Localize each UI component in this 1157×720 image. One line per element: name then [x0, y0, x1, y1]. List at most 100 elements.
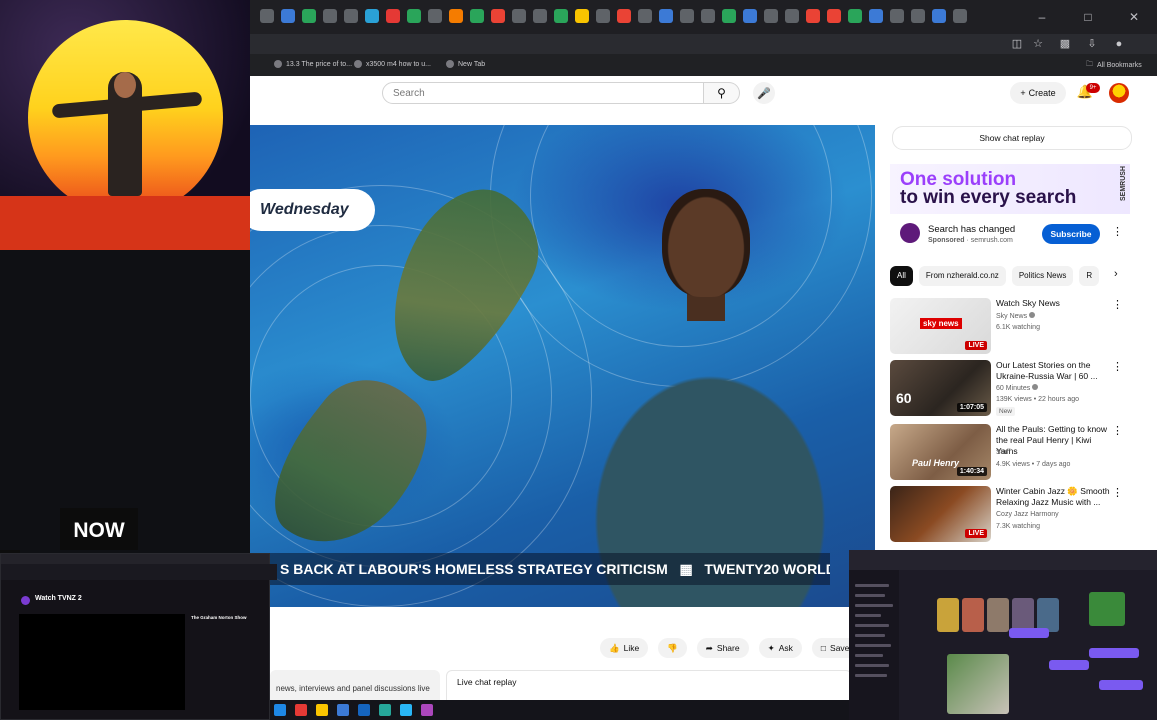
message-bubble[interactable] — [1049, 660, 1089, 670]
tab-favicon[interactable] — [743, 9, 757, 23]
tab-favicon[interactable] — [806, 9, 820, 23]
sidebar-item[interactable] — [855, 664, 889, 667]
extensions-icon[interactable]: ▩ — [1058, 37, 1072, 51]
calculator-icon[interactable] — [337, 704, 349, 716]
close-icon[interactable]: ✕ — [1111, 0, 1157, 34]
recommendation-title[interactable]: Our Latest Stories on the Ukraine-Russia… — [996, 360, 1114, 382]
more-options-icon[interactable]: ⋮ — [1112, 486, 1123, 499]
video-thumbnail[interactable]: sky news LIVE — [890, 298, 991, 354]
image-tile[interactable] — [1037, 598, 1059, 632]
chevron-right-icon[interactable]: › — [1114, 268, 1118, 280]
video-thumbnail[interactable]: Paul Henry 1:40:34 — [890, 424, 991, 480]
tab-favicon[interactable] — [827, 9, 841, 23]
tab-favicon[interactable] — [554, 9, 568, 23]
message-bubble[interactable] — [1099, 680, 1143, 690]
account-avatar[interactable] — [1109, 83, 1129, 103]
tab-favicon[interactable] — [596, 9, 610, 23]
show-chat-replay-button[interactable]: Show chat replay — [892, 126, 1132, 150]
tab-favicon[interactable] — [512, 9, 526, 23]
telegram-icon[interactable] — [400, 704, 412, 716]
tab-favicon[interactable] — [302, 9, 316, 23]
dislike-button[interactable]: 👎 — [658, 638, 687, 658]
sidebar-item[interactable] — [855, 614, 881, 617]
create-button[interactable]: + Create — [1010, 82, 1066, 104]
tab-favicon[interactable] — [533, 9, 547, 23]
chat-app-window[interactable] — [849, 550, 1157, 720]
tab-favicon[interactable] — [911, 9, 925, 23]
image-tile[interactable] — [962, 598, 984, 632]
bookmark-star-icon[interactable]: ☆ — [1031, 37, 1045, 51]
tab-favicon[interactable] — [260, 9, 274, 23]
tab-favicon[interactable] — [701, 9, 715, 23]
image-tile[interactable] — [1012, 598, 1034, 632]
tab-favicon[interactable] — [281, 9, 295, 23]
more-options-icon[interactable]: ⋮ — [1112, 360, 1123, 373]
video-thumbnail[interactable]: 60 1:07:05 — [890, 360, 991, 416]
tvnz-window[interactable]: Watch TVNZ 2 The Graham Norton Show — [0, 553, 277, 720]
tab-favicon[interactable] — [575, 9, 589, 23]
bookmark-item[interactable]: New Tab — [446, 60, 485, 68]
search-input[interactable]: Search — [382, 82, 704, 104]
more-options-icon[interactable]: ⋮ — [1112, 424, 1123, 437]
recommendation-title[interactable]: Winter Cabin Jazz 🌼 Smooth Relaxing Jazz… — [996, 486, 1114, 508]
more-options-icon[interactable]: ⋮ — [1112, 298, 1123, 311]
ask-button[interactable]: ✦ Ask — [758, 638, 802, 658]
chip-politics-news[interactable]: Politics News — [1011, 266, 1074, 286]
tab-favicon[interactable] — [764, 9, 778, 23]
image-tile[interactable] — [937, 598, 959, 632]
tab-favicon[interactable] — [407, 9, 421, 23]
bookmark-item[interactable]: x3500 m4 how to u... — [354, 60, 431, 68]
tab-favicon[interactable] — [449, 9, 463, 23]
sponsored-ad[interactable]: One solution to win every search SEMRUSH… — [890, 164, 1130, 250]
tab-favicon[interactable] — [869, 9, 883, 23]
chip-all[interactable]: All — [890, 266, 913, 286]
tab-favicon[interactable] — [722, 9, 736, 23]
recommendation-item[interactable]: LIVE Winter Cabin Jazz 🌼 Smooth Relaxing… — [890, 486, 1135, 544]
sidebar-item[interactable] — [855, 584, 889, 587]
edge-icon[interactable] — [274, 704, 286, 716]
sidebar-item[interactable] — [855, 604, 893, 607]
tab-favicon[interactable] — [323, 9, 337, 23]
video-thumbnail[interactable]: LIVE — [890, 486, 991, 542]
sidebar-item[interactable] — [855, 624, 889, 627]
tab-favicon[interactable] — [344, 9, 358, 23]
video-player[interactable]: Wednesday S BACK AT LABOUR'S HOMELESS ST… — [250, 125, 875, 607]
sidebar-item[interactable] — [855, 654, 883, 657]
recommendation-item[interactable]: Paul Henry 1:40:34 All the Pauls: Gettin… — [890, 424, 1135, 482]
file-explorer-icon[interactable] — [316, 704, 328, 716]
sidebar-item[interactable] — [855, 674, 887, 677]
message-bubble[interactable] — [1009, 628, 1049, 638]
tvnz-video-player[interactable] — [19, 614, 185, 710]
recommendation-item[interactable]: sky news LIVE Watch Sky News Sky News 6.… — [890, 298, 1135, 356]
share-button[interactable]: ➦ Share — [696, 638, 749, 658]
tab-favicon[interactable] — [428, 9, 442, 23]
chrome-icon[interactable] — [295, 704, 307, 716]
ad-subscribe-button[interactable]: Subscribe — [1042, 224, 1100, 244]
like-button[interactable]: 👍 Like — [600, 638, 649, 658]
app-icon[interactable] — [379, 704, 391, 716]
more-options-icon[interactable]: ⋮ — [1112, 225, 1123, 238]
tab-favicon[interactable] — [617, 9, 631, 23]
recommendation-title[interactable]: All the Pauls: Getting to know the real … — [996, 424, 1114, 457]
search-button[interactable]: ⚲ — [704, 82, 740, 104]
outlook-icon[interactable] — [358, 704, 370, 716]
tab-favicon[interactable] — [365, 9, 379, 23]
tab-favicon[interactable] — [848, 9, 862, 23]
app-icon[interactable] — [421, 704, 433, 716]
recommendation-title[interactable]: Watch Sky News — [996, 298, 1114, 309]
chip-nzherald[interactable]: From nzherald.co.nz — [918, 266, 1006, 286]
bookmark-item[interactable]: 13.3 The price of to... — [274, 60, 352, 68]
tab-favicon[interactable] — [659, 9, 673, 23]
voice-search-button[interactable]: 🎤 — [753, 82, 775, 104]
ad-banner[interactable]: One solution to win every search SEMRUSH — [890, 164, 1130, 214]
downloads-icon[interactable]: ⇩ — [1085, 37, 1099, 51]
install-icon[interactable]: ◫ — [1010, 37, 1024, 51]
image-tile[interactable] — [1089, 592, 1125, 626]
message-bubble[interactable] — [1089, 648, 1139, 658]
tab-favicon[interactable] — [953, 9, 967, 23]
tab-favicon[interactable] — [470, 9, 484, 23]
tab-favicon[interactable] — [638, 9, 652, 23]
all-bookmarks[interactable]: 🗀 All Bookmarks — [1086, 60, 1142, 71]
minimize-icon[interactable]: – — [1019, 0, 1065, 34]
recommendation-item[interactable]: 60 1:07:05 Our Latest Stories on the Ukr… — [890, 360, 1135, 418]
